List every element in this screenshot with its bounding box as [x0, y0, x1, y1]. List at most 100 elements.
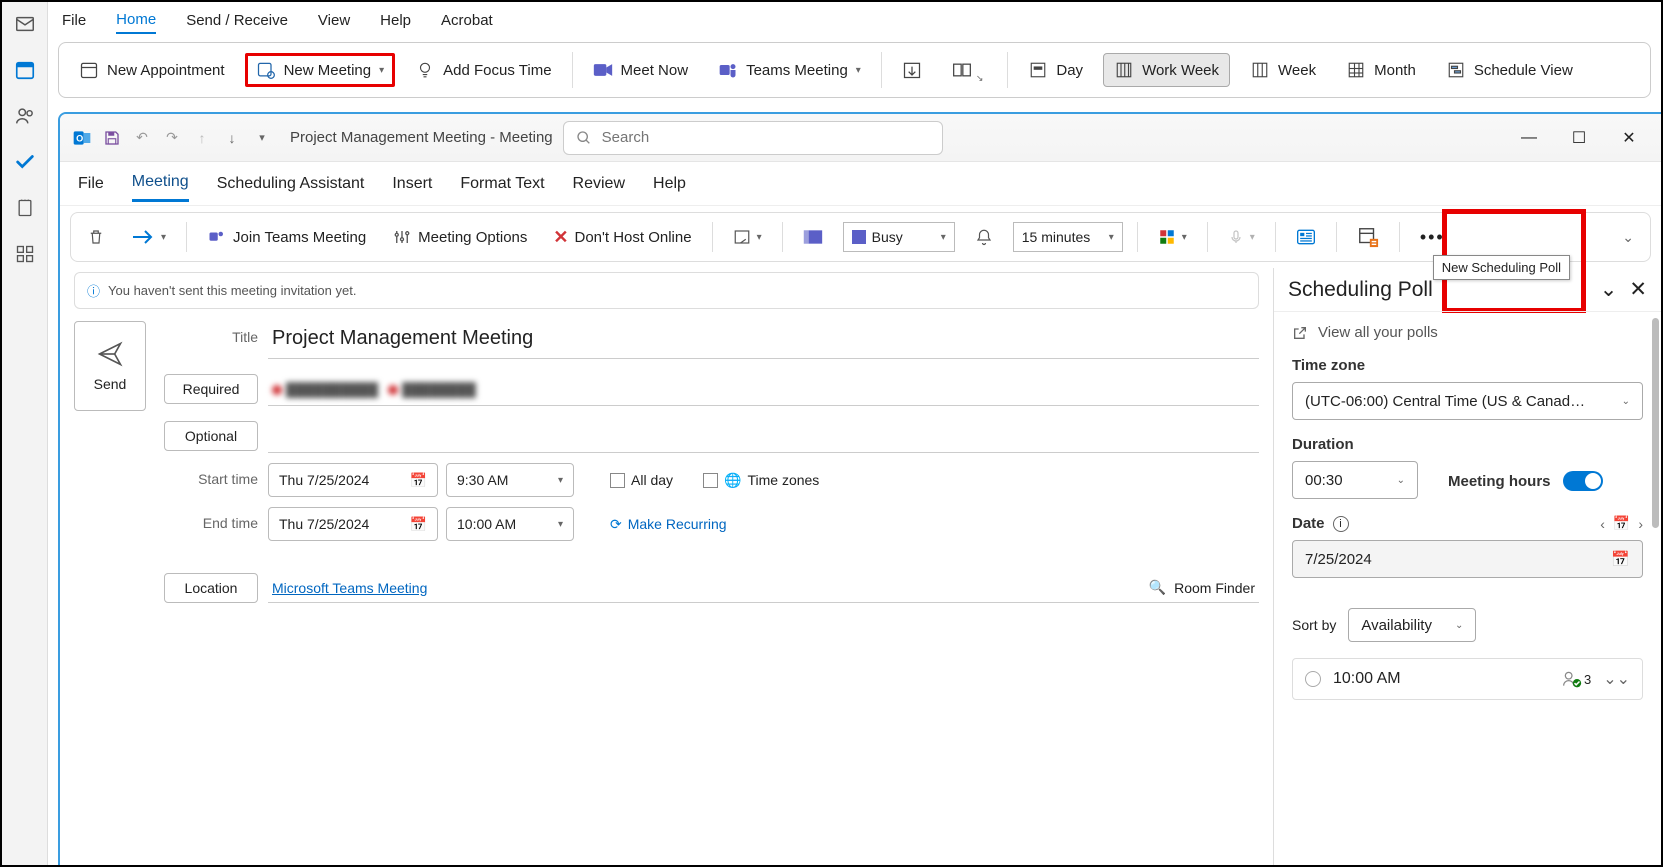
tab-file[interactable]: File [78, 167, 104, 201]
optional-field[interactable] [268, 421, 1259, 453]
dictate-button[interactable]: ▾ [1222, 223, 1261, 251]
attendee-chip[interactable]: ██████████ [272, 382, 378, 397]
redo-icon[interactable]: ↷ [162, 128, 182, 148]
close-button[interactable]: ✕ [1609, 123, 1649, 153]
room-finder-button[interactable]: 🔍Room Finder [1149, 579, 1255, 596]
join-teams-button[interactable]: Join Teams Meeting [201, 223, 372, 251]
reminder-select[interactable]: 15 minutes▾ [1013, 222, 1123, 252]
menu-home[interactable]: Home [116, 7, 156, 34]
search-input[interactable] [602, 129, 930, 146]
todo-icon[interactable] [13, 150, 37, 174]
close-icon[interactable]: ✕ [1629, 277, 1647, 302]
menu-file[interactable]: File [62, 8, 86, 33]
tab-scheduling-assistant[interactable]: Scheduling Assistant [217, 167, 365, 201]
collapse-icon[interactable]: ⌄ [1600, 277, 1618, 302]
send-button[interactable]: Send [74, 321, 146, 411]
up-arrow-icon[interactable]: ↑ [192, 128, 212, 148]
poll-date-input[interactable]: 7/25/2024📅 [1292, 540, 1643, 578]
required-button[interactable]: Required [164, 374, 258, 404]
menu-view[interactable]: View [318, 8, 350, 33]
expand-icon[interactable]: ⌄⌄ [1603, 669, 1630, 689]
undo-icon[interactable]: ↶ [132, 128, 152, 148]
view-all-polls-link[interactable]: View all your polls [1292, 324, 1643, 341]
people-icon[interactable] [13, 104, 37, 128]
info-icon[interactable]: i [1333, 516, 1349, 532]
tab-help[interactable]: Help [653, 167, 686, 201]
location-button[interactable]: Location [164, 573, 258, 603]
notes-icon[interactable] [13, 196, 37, 220]
schedule-icon [1446, 60, 1466, 80]
more-button[interactable]: ••• [1414, 223, 1451, 252]
appointment-button[interactable]: ▾ [727, 224, 768, 250]
time-slot[interactable]: 10:00 AM 3 ⌄⌄ [1292, 658, 1643, 700]
meet-now-button[interactable]: Meet Now [583, 54, 699, 86]
minimize-button[interactable]: — [1509, 123, 1549, 153]
month-view-button[interactable]: Month [1336, 54, 1426, 86]
next-date-button[interactable]: › [1638, 516, 1643, 532]
dont-host-online-button[interactable]: ✕Don't Host Online [547, 223, 697, 252]
tab-insert[interactable]: Insert [392, 167, 432, 201]
scrollbar[interactable] [1652, 318, 1659, 528]
search-icon [576, 130, 592, 146]
immersive-reader-button[interactable] [1290, 224, 1322, 250]
scheduling-poll-button[interactable] [1351, 222, 1385, 252]
meeting-options-button[interactable]: Meeting Options [386, 223, 533, 251]
work-week-view-button[interactable]: Work Week [1103, 53, 1230, 87]
delete-button[interactable] [81, 223, 111, 251]
new-appointment-button[interactable]: New Appointment [69, 54, 235, 86]
menu-acrobat[interactable]: Acrobat [441, 8, 493, 33]
end-date-picker[interactable]: Thu 7/25/2024📅 [268, 507, 438, 541]
collapse-ribbon-button[interactable]: ⌄ [1616, 225, 1640, 250]
tab-meeting[interactable]: Meeting [132, 165, 189, 202]
apps-icon[interactable] [13, 242, 37, 266]
day-view-button[interactable]: Day [1018, 54, 1093, 86]
teams-icon [207, 227, 227, 247]
required-field[interactable]: ██████████ ████████ [268, 374, 1259, 406]
calendar-icon: 📅 [1611, 550, 1630, 568]
menu-send-receive[interactable]: Send / Receive [186, 8, 288, 33]
radio-icon[interactable] [1305, 671, 1321, 687]
customize-qat-icon[interactable]: ▾ [252, 128, 272, 148]
end-time-picker[interactable]: 10:00 AM▾ [446, 507, 574, 541]
sort-select[interactable]: Availability⌄ [1348, 608, 1476, 642]
categorize-button[interactable]: ▾ [1152, 224, 1193, 250]
title-label: Title [164, 321, 258, 345]
time-zones-checkbox[interactable]: 🌐Time zones [703, 472, 819, 489]
tab-format-text[interactable]: Format Text [460, 167, 544, 201]
all-day-checkbox[interactable]: All day [610, 472, 673, 488]
maximize-button[interactable]: ☐ [1559, 123, 1599, 153]
start-time-picker[interactable]: 9:30 AM▾ [446, 463, 574, 497]
attendee-chip[interactable]: ████████ [388, 382, 476, 397]
save-icon[interactable] [102, 128, 122, 148]
duration-select[interactable]: 00:30⌄ [1292, 461, 1418, 499]
date-label: Date [1292, 515, 1325, 532]
show-as-icon[interactable] [797, 225, 829, 249]
start-date-picker[interactable]: Thu 7/25/2024📅 [268, 463, 438, 497]
today-button[interactable] [892, 54, 932, 86]
week-view-button[interactable]: Week [1240, 54, 1326, 86]
mail-icon[interactable] [13, 12, 37, 36]
forward-button[interactable]: ▾ [125, 225, 172, 249]
make-recurring-link[interactable]: ⟳Make Recurring [610, 516, 727, 533]
optional-button[interactable]: Optional [164, 421, 258, 451]
meeting-hours-toggle[interactable] [1563, 471, 1603, 491]
schedule-view-button[interactable]: Schedule View [1436, 54, 1583, 86]
add-focus-time-button[interactable]: Add Focus Time [405, 54, 561, 86]
show-as-select[interactable]: Busy▾ [843, 222, 955, 252]
new-meeting-button[interactable]: New Meeting ▾ [245, 53, 396, 87]
recurrence-icon: ⟳ [610, 516, 622, 533]
home-ribbon: New Appointment New Meeting ▾ Add Focus … [58, 42, 1651, 98]
prev-date-button[interactable]: ‹ [1600, 516, 1605, 532]
down-arrow-icon[interactable]: ↓ [222, 128, 242, 148]
date-picker-icon[interactable]: 📅 [1613, 515, 1630, 532]
calendar-icon[interactable] [13, 58, 37, 82]
title-input[interactable]: Project Management Meeting [268, 321, 1259, 359]
next-days-button[interactable]: ↘ [942, 54, 998, 86]
teams-meeting-button[interactable]: Teams Meeting ▾ [708, 54, 871, 86]
search-box[interactable] [563, 121, 943, 155]
tab-review[interactable]: Review [573, 167, 625, 201]
tz-select[interactable]: (UTC-06:00) Central Time (US & Canad…⌄ [1292, 382, 1643, 420]
location-value[interactable]: Microsoft Teams Meeting [272, 580, 427, 596]
menu-help[interactable]: Help [380, 8, 411, 33]
reminder-icon-button[interactable] [969, 223, 999, 251]
